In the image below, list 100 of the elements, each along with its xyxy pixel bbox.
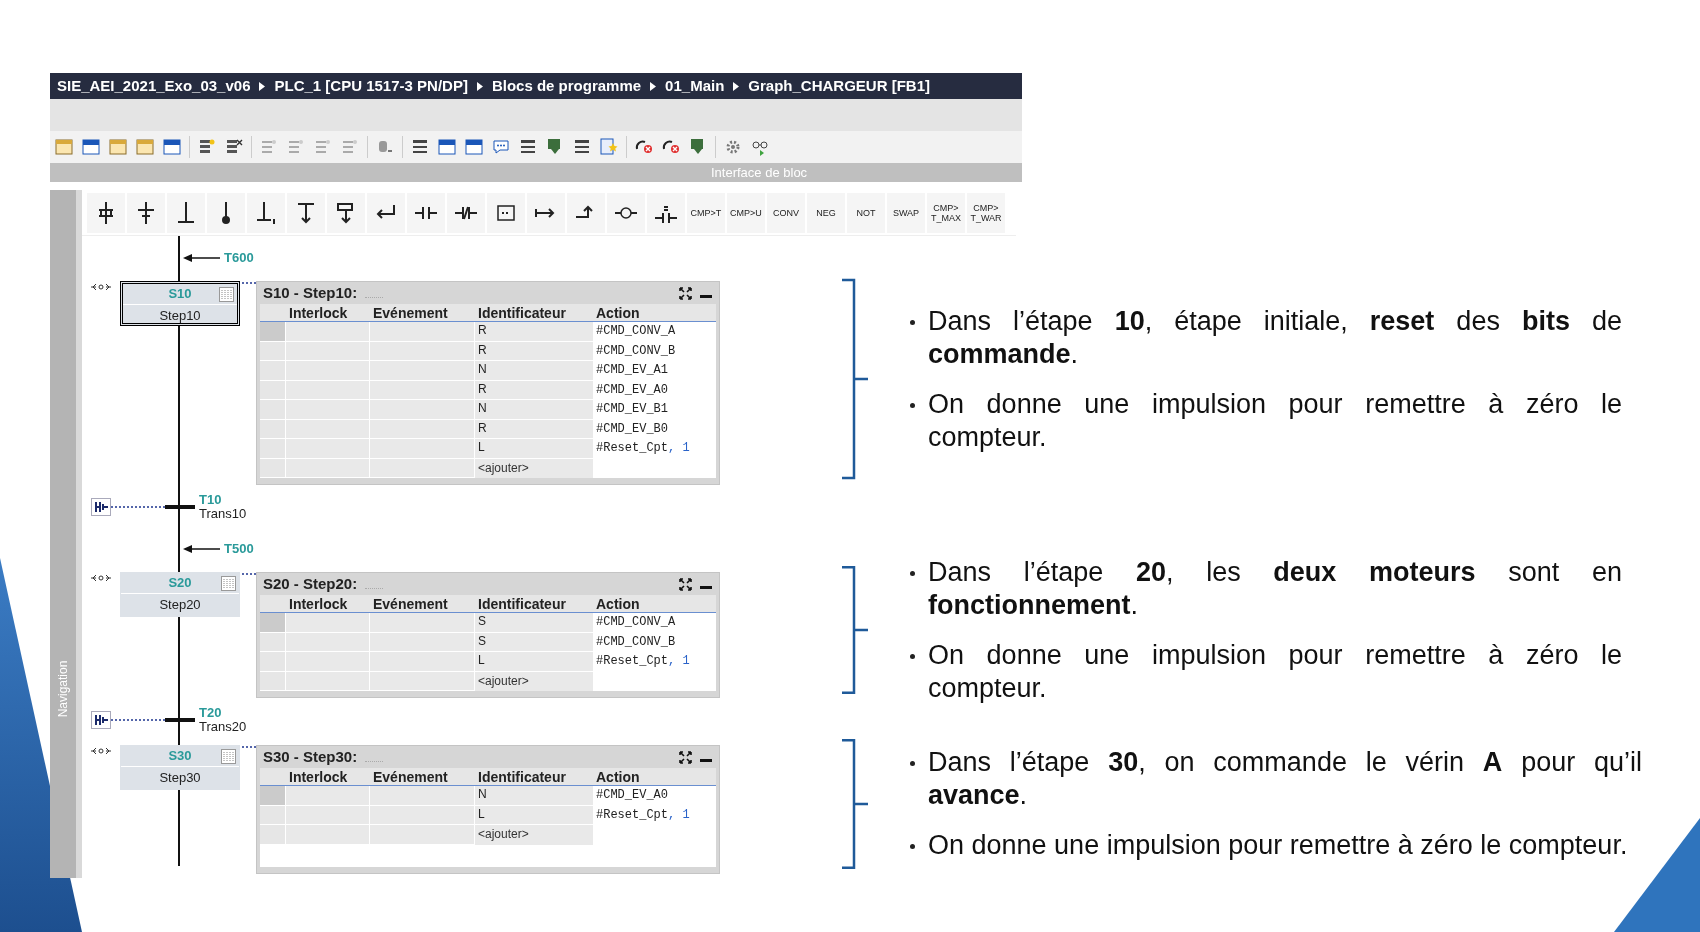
instruction-button[interactable]: CMP>T [687, 192, 725, 233]
bullet-text: Dans l’étape 10, étape initiale, reset des bits de commande. [928, 304, 1622, 371]
step-number: S20 [168, 574, 192, 593]
transition-name: Trans20 [199, 720, 247, 734]
column-header: Identificateur [477, 304, 567, 321]
qualifier-cell: N [475, 400, 593, 420]
jump-label: T600 [224, 249, 254, 268]
instruction-button[interactable] [487, 192, 525, 233]
caret-icon [476, 81, 483, 91]
breadcrumb-item[interactable]: PLC_1 [CPU 1517-3 PN/DP] [274, 74, 468, 98]
qualifier-cell: L [475, 652, 593, 672]
step-marker-icon [90, 283, 112, 291]
maximize-icon[interactable] [679, 577, 692, 591]
column-header: Interlock [288, 768, 349, 785]
table-title: S30 - Step30: [262, 746, 358, 767]
transition-number: T10 [199, 493, 223, 507]
star-icon[interactable] [599, 137, 619, 157]
action-cell: #Reset_Cpt, 1 [593, 439, 716, 459]
breadcrumb-item[interactable]: 01_Main [665, 74, 725, 98]
breadcrumb-item[interactable]: Blocs de programme [491, 74, 642, 98]
table-title: S20 - Step20: [262, 573, 358, 594]
instruction-button[interactable] [327, 192, 365, 233]
panel-icon[interactable] [437, 137, 457, 157]
bullet-text: On donne une impulsion pour remettre à zéro le compteur. [928, 387, 1622, 454]
arrow-icon [182, 253, 220, 263]
instruction-button[interactable]: CMP> T_WAR [967, 192, 1005, 233]
action-cell: #Reset_Cpt, 1 [593, 652, 716, 672]
instruction-button[interactable]: CONV [767, 192, 805, 233]
column-header: Evénement [372, 595, 449, 612]
transition-number: T20 [199, 706, 223, 720]
instruction-button[interactable] [247, 192, 285, 233]
breadcrumb-item[interactable]: SIE_AEI_2021_Exo_03_v06 [57, 74, 251, 98]
column-header: Action [595, 304, 641, 321]
step-box[interactable]: S10 Step10 [120, 281, 240, 326]
step-name: Step30 [158, 769, 202, 787]
action-cell: #CMD_EV_A0 [593, 380, 716, 400]
instruction-button[interactable] [287, 192, 325, 233]
step-name: Step10 [158, 306, 202, 325]
action-cell: #CMD_CONV_B [593, 632, 716, 652]
instruction-button[interactable] [167, 192, 205, 233]
qualifier-cell: R [475, 322, 593, 342]
step-box[interactable]: S30 Step30 [120, 745, 240, 790]
column-header: Interlock [288, 595, 349, 612]
step-number: S30 [168, 747, 192, 766]
grid-icon[interactable] [221, 749, 236, 764]
instruction-button[interactable]: NEG [807, 192, 845, 233]
bracket-icon [840, 739, 870, 869]
instruction-button[interactable] [647, 192, 685, 233]
table-title: S10 - Step10: [262, 282, 358, 303]
column-header: Interlock [288, 304, 349, 321]
action-cell: #CMD_CONV_B [593, 341, 716, 361]
instruction-button[interactable] [407, 192, 445, 233]
caret-icon [650, 81, 657, 91]
instruction-button[interactable]: CMP>U [727, 192, 765, 233]
step-box[interactable]: S20 Step20 [120, 572, 240, 617]
transition-icon[interactable] [91, 498, 111, 516]
instruction-button[interactable] [567, 192, 605, 233]
grid-icon[interactable] [221, 576, 236, 591]
bullet-text: Dans l’étape 30, on commande le vérin A pour qu’il avance. [928, 746, 1642, 812]
instruction-button[interactable] [207, 192, 245, 233]
qualifier-cell: L [475, 439, 593, 459]
column-header: Evénement [372, 768, 449, 785]
instruction-button[interactable] [607, 192, 645, 233]
bullet-text: On donne une impulsion pour remettre à zéro le compteur. [928, 638, 1622, 705]
action-cell: #CMD_CONV_A [593, 322, 716, 342]
breadcrumb-item[interactable]: Graph_CHARGEUR [FB1] [748, 74, 930, 98]
panel-icon[interactable] [81, 137, 101, 157]
action-cell: #CMD_EV_B1 [593, 400, 716, 420]
action-cell: #CMD_EV_B0 [593, 419, 716, 439]
speech-bubble-icon[interactable] [491, 137, 511, 157]
bullet-text: On donne une impulsion pour remettre à zéro le compteur. [928, 829, 1629, 862]
column-header: Action [595, 595, 641, 612]
action-cell: #CMD_CONV_A [593, 613, 716, 633]
qualifier-cell: S [475, 613, 593, 633]
action-cell: #Reset_Cpt, 1 [593, 805, 716, 825]
jump-label: T500 [224, 540, 254, 559]
transition-icon[interactable] [91, 711, 111, 729]
sidebar-label: Navigation [55, 660, 71, 718]
instruction-button[interactable] [87, 192, 125, 233]
column-header: Action [595, 768, 641, 785]
instruction-button[interactable] [127, 192, 165, 233]
bracket-icon [840, 566, 870, 694]
arrow-icon [182, 544, 220, 554]
instruction-button[interactable]: NOT [847, 192, 885, 233]
instruction-button[interactable] [527, 192, 565, 233]
instruction-button[interactable]: SWAP [887, 192, 925, 233]
step-marker-icon [90, 574, 112, 582]
maximize-icon[interactable] [679, 750, 692, 764]
instruction-button[interactable] [447, 192, 485, 233]
panel-icon[interactable] [162, 137, 182, 157]
action-cell: #CMD_EV_A0 [593, 786, 716, 806]
step-name: Step20 [158, 596, 202, 614]
bullet-text: Dans l’étape 20, les deux moteurs sont en fonctionnement. [928, 555, 1622, 622]
panel-icon[interactable] [464, 137, 484, 157]
qualifier-cell: N [475, 786, 593, 806]
instruction-button[interactable]: CMP> T_MAX [927, 192, 965, 233]
maximize-icon[interactable] [679, 286, 692, 300]
instruction-button[interactable] [367, 192, 405, 233]
column-header: Evénement [372, 304, 449, 321]
grid-icon[interactable] [219, 287, 234, 302]
